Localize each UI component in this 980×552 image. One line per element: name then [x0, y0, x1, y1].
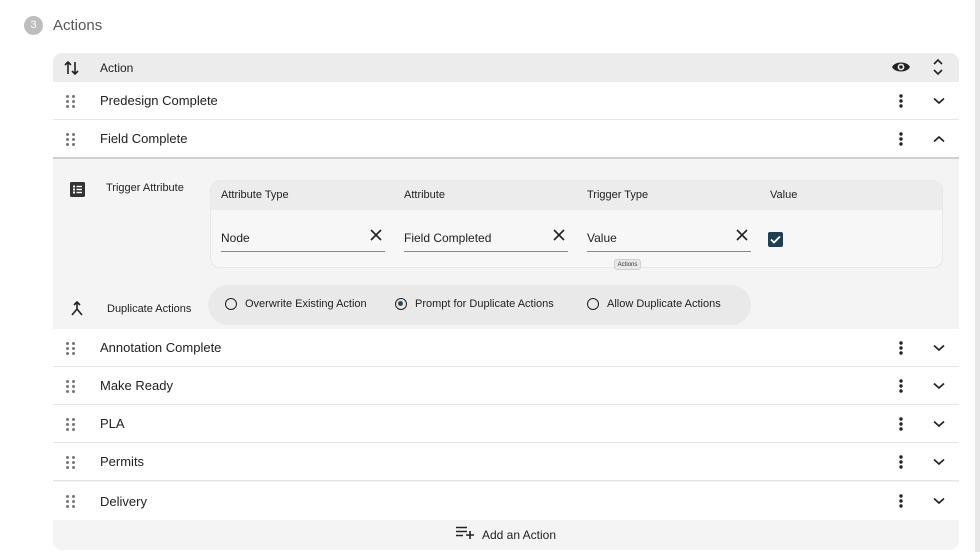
chevron-down-icon[interactable]: [930, 92, 948, 110]
action-name: Field Complete: [100, 131, 188, 146]
drag-handle-icon[interactable]: [66, 456, 76, 470]
radio-label: Prompt for Duplicate Actions: [415, 298, 554, 310]
trigger-type-field[interactable]: Value: [587, 226, 751, 252]
radio-allow-duplicate-actions[interactable]: Allow Duplicate Actions: [587, 298, 721, 310]
radio-label: Overwrite Existing Action: [245, 298, 367, 310]
drag-handle-icon[interactable]: [66, 133, 76, 147]
expand-collapse-all-icon[interactable]: [931, 58, 945, 76]
more-options-icon[interactable]: [892, 377, 910, 395]
trigger-type-value: Value: [587, 231, 617, 245]
action-column-header: Action: [100, 60, 134, 75]
clear-icon[interactable]: [369, 228, 383, 242]
chevron-up-icon[interactable]: [930, 130, 948, 148]
radio-button[interactable]: [587, 298, 599, 310]
action-row-expanded[interactable]: Field Complete: [53, 120, 959, 159]
more-options-icon[interactable]: [892, 339, 910, 357]
drag-handle-icon[interactable]: [66, 380, 76, 394]
action-name: PLA: [100, 416, 125, 431]
action-row[interactable]: Predesign Complete: [53, 82, 959, 120]
add-action-button[interactable]: Add an Action: [53, 520, 959, 550]
more-options-icon[interactable]: [892, 453, 910, 471]
chevron-down-icon[interactable]: [930, 339, 948, 357]
merge-icon: [70, 300, 84, 322]
chevron-down-icon[interactable]: [930, 453, 948, 471]
action-name: Make Ready: [100, 378, 173, 393]
column-header-trigger-type: Trigger Type: [587, 189, 649, 201]
chevron-down-icon[interactable]: [930, 492, 948, 510]
more-options-icon[interactable]: [892, 415, 910, 433]
clear-icon[interactable]: [735, 228, 749, 242]
drag-handle-icon[interactable]: [66, 95, 76, 109]
action-row[interactable]: Make Ready: [53, 367, 959, 405]
more-options-icon[interactable]: [892, 492, 910, 510]
eye-icon[interactable]: [891, 59, 911, 75]
section-header: 3 Actions: [24, 14, 102, 36]
action-row[interactable]: Annotation Complete: [53, 329, 959, 367]
duplicate-actions-radio-group: Overwrite Existing Action Prompt for Dup…: [208, 285, 751, 325]
radio-prompt-for-duplicate-actions[interactable]: Prompt for Duplicate Actions: [395, 298, 554, 310]
list-icon: [70, 182, 85, 202]
drag-handle-icon[interactable]: [66, 342, 76, 356]
drag-handle-icon[interactable]: [66, 418, 76, 432]
action-row[interactable]: PLA: [53, 405, 959, 443]
chevron-down-icon[interactable]: [930, 415, 948, 433]
radio-label: Allow Duplicate Actions: [607, 298, 721, 310]
radio-button-selected[interactable]: [395, 298, 407, 310]
clear-icon[interactable]: [552, 228, 566, 242]
action-row[interactable]: Delivery: [53, 482, 959, 520]
playlist-add-icon: [455, 526, 474, 544]
table-header: Action: [53, 53, 959, 82]
action-detail-panel: Trigger Attribute Attribute Type Attribu…: [53, 159, 959, 329]
more-options-icon[interactable]: [892, 130, 910, 148]
checkmark-icon: [770, 231, 781, 249]
trigger-columns-header: Attribute Type Attribute Trigger Type Va…: [211, 181, 942, 210]
trigger-attribute-card: Attribute Type Attribute Trigger Type Va…: [210, 180, 943, 268]
attribute-type-field[interactable]: Node: [221, 226, 385, 252]
attribute-type-value: Node: [221, 231, 250, 245]
radio-button[interactable]: [225, 298, 237, 310]
trigger-attribute-label: Trigger Attribute: [106, 182, 184, 194]
action-name: Delivery: [100, 493, 147, 509]
duplicate-actions-label: Duplicate Actions: [107, 303, 192, 315]
add-action-label: Add an Action: [481, 528, 557, 542]
attribute-value: Field Completed: [404, 231, 492, 245]
step-badge: 3: [24, 15, 43, 35]
chevron-down-icon[interactable]: [930, 377, 948, 395]
tooltip: Actions: [614, 259, 641, 270]
scrollbar[interactable]: [975, 0, 980, 552]
actions-panel: Action Predesign Complete Field Complete…: [53, 53, 959, 550]
attribute-field[interactable]: Field Completed: [404, 226, 568, 252]
action-name: Annotation Complete: [100, 340, 222, 355]
action-name: Permits: [100, 454, 145, 469]
column-header-value: Value: [770, 189, 798, 201]
column-header-attribute-type: Attribute Type: [221, 189, 289, 201]
action-row[interactable]: Permits: [53, 443, 959, 481]
action-name: Predesign Complete: [100, 93, 218, 108]
more-options-icon[interactable]: [892, 92, 910, 110]
section-title: Actions: [53, 16, 103, 34]
radio-overwrite-existing-action[interactable]: Overwrite Existing Action: [225, 298, 367, 310]
drag-handle-icon[interactable]: [66, 495, 76, 509]
value-checkbox[interactable]: [768, 232, 783, 247]
sort-icon[interactable]: [64, 59, 80, 77]
column-header-attribute: Attribute: [404, 189, 445, 201]
